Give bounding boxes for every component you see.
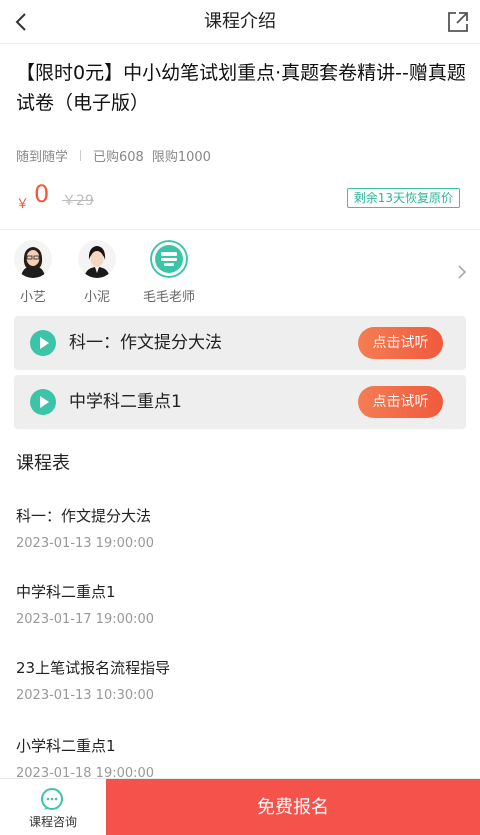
- restore-price-badge: 剩余13天恢复原价: [346, 188, 460, 208]
- play-icon[interactable]: [30, 389, 56, 415]
- schedule-item[interactable]: 中学科二重点1 2023-01-17 19:00:00: [16, 581, 456, 627]
- page-title: 课程介绍: [204, 11, 276, 32]
- meta-divider: [80, 150, 82, 161]
- free-signup-button[interactable]: 免费报名: [106, 779, 480, 835]
- consult-button[interactable]: 课程咨询: [0, 779, 106, 835]
- purchase-limit: 限购1000: [151, 150, 211, 165]
- schedule-item[interactable]: 23上笔试报名流程指导 2023-01-13 10:30:00: [16, 657, 456, 703]
- course-meta: 随到随学 已购608 限购1000: [16, 146, 211, 165]
- schedule-item-time: 2023-01-13 19:00:00: [16, 536, 155, 551]
- schedule-item[interactable]: 小学科二重点1 2023-01-18 19:00:00: [16, 735, 456, 781]
- schedule-item-title: 小学科二重点1: [16, 737, 116, 755]
- top-bar: 课程介绍: [0, 0, 480, 44]
- teacher-list[interactable]: 小艺 小泥 毛毛老师: [0, 236, 480, 308]
- bottom-action-bar: 课程咨询 免费报名: [0, 778, 480, 835]
- price-row: ￥ 0 ￥29 剩余13天恢复原价: [16, 180, 464, 212]
- schedule-heading: 课程表: [16, 453, 70, 474]
- teacher-item[interactable]: 毛毛老师: [139, 240, 199, 305]
- schedule-item-time: 2023-01-17 19:00:00: [16, 612, 155, 627]
- trial-lesson-row[interactable]: 科一：作文提分大法 点击试听: [14, 316, 466, 370]
- schedule-item-title: 中学科二重点1: [16, 583, 116, 601]
- purchased-count: 已购608: [93, 150, 144, 165]
- trial-lesson-title: 中学科二重点1: [69, 392, 182, 412]
- teacher-name: 小泥: [83, 290, 110, 305]
- schedule-item-time: 2023-01-13 10:30:00: [16, 688, 155, 703]
- divider: [0, 229, 480, 230]
- chevron-right-icon[interactable]: [456, 264, 468, 280]
- share-icon[interactable]: [444, 8, 472, 36]
- trial-listen-button[interactable]: 点击试听: [358, 386, 443, 418]
- study-mode: 随到随学: [16, 150, 69, 165]
- consult-label: 课程咨询: [28, 815, 77, 829]
- schedule-item[interactable]: 科一：作文提分大法 2023-01-13 19:00:00: [16, 505, 456, 551]
- teacher-name: 小艺: [19, 290, 46, 305]
- teacher-item[interactable]: 小艺: [3, 240, 63, 305]
- play-icon[interactable]: [30, 330, 56, 356]
- teacher-name: 毛毛老师: [142, 290, 195, 305]
- current-price: 0: [34, 180, 50, 208]
- chat-bubble-icon: [41, 788, 63, 810]
- teacher-avatar: [78, 240, 116, 278]
- trial-lesson-row[interactable]: 中学科二重点1 点击试听: [14, 375, 466, 429]
- teacher-item[interactable]: 小泥: [67, 240, 127, 305]
- teacher-avatar: [150, 240, 188, 278]
- schedule-item-title: 23上笔试报名流程指导: [16, 659, 171, 677]
- schedule-item-title: 科一：作文提分大法: [16, 507, 152, 525]
- course-title: 【限时0元】中小幼笔试划重点·真题套卷精讲--赠真题试卷（电子版）: [16, 62, 466, 114]
- trial-lesson-title: 科一：作文提分大法: [69, 333, 222, 353]
- currency-symbol: ￥: [16, 197, 30, 212]
- teacher-avatar: [14, 240, 52, 278]
- trial-listen-button[interactable]: 点击试听: [358, 327, 443, 359]
- original-price: ￥29: [62, 193, 94, 209]
